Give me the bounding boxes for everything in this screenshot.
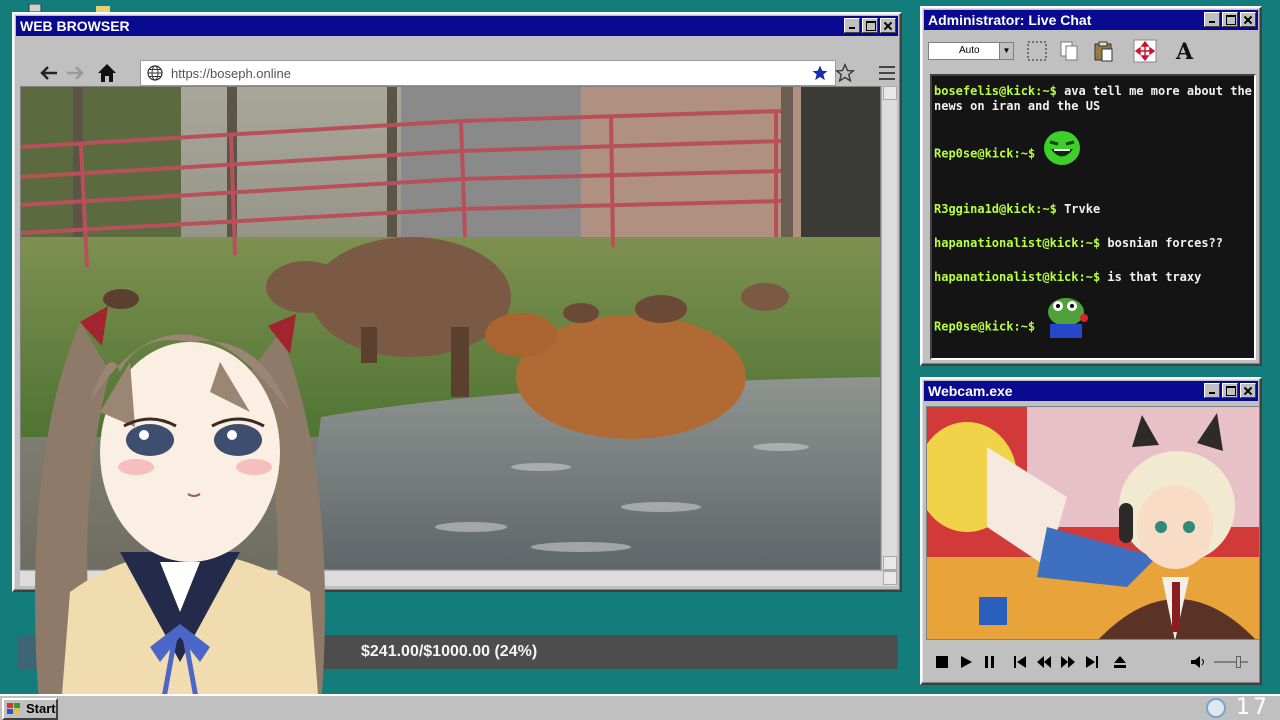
laughing-face-emote <box>1044 131 1081 165</box>
hamburger-icon <box>879 66 895 80</box>
chat-text: Trvke <box>1064 202 1101 216</box>
media-controls <box>930 645 1256 679</box>
play-button[interactable] <box>954 652 978 672</box>
svg-text:A: A <box>1175 39 1194 63</box>
anime-boy-webcam-image <box>927 407 1259 639</box>
select-tool-button[interactable] <box>1022 36 1052 66</box>
webcam-title: Webcam.exe <box>928 383 1013 399</box>
speaker-icon <box>1191 656 1204 668</box>
mute-button[interactable] <box>1186 652 1210 672</box>
globe-icon <box>147 65 163 81</box>
chat-message: Rep0se@kick:~$ <box>934 298 1252 340</box>
chat-text: is that traxy <box>1107 270 1202 284</box>
chat-log[interactable]: bosefelis@kick:~$ ava tell me more about… <box>930 74 1256 360</box>
taskbar-clock: 17 <box>1236 695 1270 720</box>
copy-button[interactable] <box>1054 36 1084 66</box>
skip-back-icon <box>1014 656 1026 668</box>
arrow-left-icon <box>40 66 57 80</box>
tray-network-icon[interactable] <box>1204 697 1228 719</box>
font-letter-icon: A <box>1175 39 1194 63</box>
rewind-button[interactable] <box>1032 652 1056 672</box>
stop-button[interactable] <box>930 652 954 672</box>
zoom-value: Auto <box>959 45 980 56</box>
eject-button[interactable] <box>1108 652 1132 672</box>
webcam-feed <box>926 406 1260 640</box>
forward-button[interactable] <box>62 60 88 86</box>
pause-button[interactable] <box>978 652 1002 672</box>
start-button[interactable]: Start <box>2 698 58 720</box>
move-button[interactable] <box>1130 36 1160 66</box>
home-button[interactable] <box>94 60 120 86</box>
chat-message: hapanationalist@kick:~$ is that traxy <box>934 270 1252 285</box>
chat-username: hapanationalist@kick:~$ <box>934 236 1101 250</box>
webcam-window: Webcam.exe <box>920 377 1262 685</box>
volume-slider[interactable] <box>1214 656 1248 668</box>
chat-message: hapanationalist@kick:~$ bosnian forces?? <box>934 236 1252 251</box>
browser-close-button[interactable] <box>880 18 896 33</box>
font-button[interactable]: A <box>1170 36 1200 66</box>
home-icon <box>98 64 116 82</box>
chat-minimize-button[interactable] <box>1204 12 1220 27</box>
chat-close-button[interactable] <box>1240 12 1256 27</box>
eject-icon <box>1114 656 1126 668</box>
windows-logo-icon <box>7 703 20 714</box>
rewind-icon <box>1037 656 1051 668</box>
skip-forward-icon <box>1086 656 1098 668</box>
start-label: Start <box>26 701 56 716</box>
copy-icon <box>1060 41 1078 61</box>
chat-titlebar[interactable]: Administrator: Live Chat <box>924 10 1258 30</box>
live-chat-window: Administrator: Live Chat Auto ▼ A bosefe… <box>920 6 1262 366</box>
chat-maximize-button[interactable] <box>1222 12 1238 27</box>
chat-title: Administrator: Live Chat <box>928 12 1092 28</box>
menu-button[interactable] <box>874 60 900 86</box>
chat-message: R3ggina1d@kick:~$ Trvke <box>934 202 1252 217</box>
webcam-titlebar[interactable]: Webcam.exe <box>924 381 1258 401</box>
taskbar: Start 17 <box>0 694 1280 720</box>
scroll-up-arrow[interactable] <box>883 86 897 100</box>
bookmark-star-icon[interactable] <box>811 64 829 82</box>
previous-button[interactable] <box>1008 652 1032 672</box>
fast-forward-icon <box>1061 656 1075 668</box>
webcam-minimize-button[interactable] <box>1204 383 1220 398</box>
webcam-maximize-button[interactable] <box>1222 383 1238 398</box>
browser-maximize-button[interactable] <box>862 18 878 33</box>
favorites-button[interactable] <box>832 60 858 86</box>
marquee-select-icon <box>1027 41 1047 61</box>
chat-message: Rep0se@kick:~$ <box>934 131 1252 166</box>
chevron-down-icon: ▼ <box>999 43 1013 59</box>
browser-titlebar[interactable]: WEB BROWSER <box>16 16 898 36</box>
vertical-scrollbar[interactable] <box>881 86 897 570</box>
stop-icon <box>936 656 948 668</box>
chat-text: bosnian forces?? <box>1107 236 1223 250</box>
webcam-close-button[interactable] <box>1240 383 1256 398</box>
vtuber-avatar <box>35 306 325 720</box>
donation-goal-text: $241.00/$1000.00 (24%) <box>361 643 538 660</box>
chat-username: Rep0se@kick:~$ <box>934 146 1036 161</box>
pause-icon <box>985 656 994 668</box>
browser-title: WEB BROWSER <box>20 18 130 34</box>
chat-message: bosefelis@kick:~$ ava tell me more about… <box>934 84 1252 114</box>
address-bar[interactable]: https://boseph.online <box>140 60 836 86</box>
zoom-select[interactable]: Auto ▼ <box>928 42 1014 60</box>
url-text: https://boseph.online <box>171 65 291 81</box>
star-outline-icon <box>835 63 855 83</box>
frog-emote <box>1048 298 1089 338</box>
chat-toolbar: Auto ▼ A <box>926 34 1256 70</box>
move-arrows-icon <box>1133 39 1157 63</box>
back-button[interactable] <box>36 60 62 86</box>
arrow-right-icon <box>67 66 84 80</box>
clipboard-icon <box>1094 41 1113 62</box>
browser-minimize-button[interactable] <box>844 18 860 33</box>
chat-username: Rep0se@kick:~$ <box>934 319 1036 334</box>
next-button[interactable] <box>1080 652 1104 672</box>
scroll-down-arrow[interactable] <box>883 556 897 570</box>
scroll-right-arrow[interactable] <box>883 571 897 585</box>
fast-forward-button[interactable] <box>1056 652 1080 672</box>
paste-button[interactable] <box>1088 36 1118 66</box>
chat-username: hapanationalist@kick:~$ <box>934 270 1101 284</box>
chat-username: R3ggina1d@kick:~$ <box>934 202 1057 216</box>
chat-username: bosefelis@kick:~$ <box>934 84 1057 98</box>
play-icon <box>961 656 972 668</box>
